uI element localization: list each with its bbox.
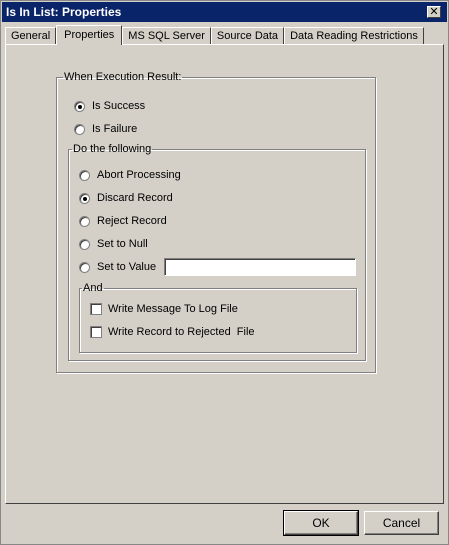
radio-is-failure-label: Is Failure <box>92 123 138 135</box>
check-write-record-rejected-box[interactable] <box>90 326 102 338</box>
check-write-message-log-box[interactable] <box>90 303 102 315</box>
window-title: Is In List: Properties <box>6 5 122 19</box>
and-group: And <box>79 282 357 353</box>
set-value-input[interactable] <box>164 258 356 276</box>
tab-source-data[interactable]: Source Data <box>210 27 285 44</box>
radio-is-success-label: Is Success <box>92 100 146 112</box>
ok-button[interactable]: OK <box>283 510 359 536</box>
properties-dialog: Is In List: Properties ✕ General Propert… <box>0 0 449 545</box>
radio-is-success-indicator[interactable] <box>74 100 85 112</box>
radio-reject-record-indicator[interactable] <box>79 215 90 227</box>
radio-discard-record-label: Discard Record <box>97 192 173 204</box>
title-bar[interactable]: Is In List: Properties ✕ <box>2 2 447 22</box>
radio-reject-record[interactable]: Reject Record <box>79 215 167 227</box>
radio-set-to-value-indicator[interactable] <box>79 261 90 273</box>
radio-discard-record-indicator[interactable] <box>79 192 90 204</box>
radio-abort-processing-indicator[interactable] <box>79 169 90 181</box>
properties-panel: When Execution Result: Is Success Is Fai… <box>5 44 444 504</box>
and-legend: And <box>83 282 103 294</box>
tab-data-reading-restrictions[interactable]: Data Reading Restrictions <box>284 27 424 44</box>
cancel-button[interactable]: Cancel <box>364 511 439 535</box>
radio-set-to-null-label: Set to Null <box>97 238 148 250</box>
radio-abort-processing[interactable]: Abort Processing <box>79 169 181 181</box>
radio-is-failure[interactable]: Is Failure <box>74 123 137 135</box>
check-write-record-rejected-label: Write Record to Rejected File <box>108 326 255 338</box>
check-write-record-rejected[interactable]: Write Record to Rejected File <box>90 326 255 338</box>
close-icon: ✕ <box>429 6 439 18</box>
tab-general[interactable]: General <box>5 27 57 44</box>
check-write-message-log-label: Write Message To Log File <box>108 303 238 315</box>
radio-set-to-null-indicator[interactable] <box>79 238 90 250</box>
radio-is-failure-indicator[interactable] <box>74 123 85 135</box>
execution-result-legend: When Execution Result: <box>64 71 182 83</box>
radio-set-to-null[interactable]: Set to Null <box>79 238 148 250</box>
tab-properties[interactable]: Properties <box>56 25 123 45</box>
radio-set-to-value[interactable]: Set to Value <box>79 261 156 273</box>
radio-abort-processing-label: Abort Processing <box>97 169 181 181</box>
check-write-message-log[interactable]: Write Message To Log File <box>90 303 238 315</box>
radio-set-to-value-label: Set to Value <box>97 261 157 273</box>
radio-discard-record[interactable]: Discard Record <box>79 192 173 204</box>
tab-ms-sql-server[interactable]: MS SQL Server <box>122 27 211 44</box>
radio-is-success[interactable]: Is Success <box>74 100 145 112</box>
close-button[interactable]: ✕ <box>427 6 441 18</box>
tab-strip: General Properties MS SQL Server Source … <box>5 25 424 45</box>
radio-reject-record-label: Reject Record <box>97 215 167 227</box>
do-following-legend: Do the following <box>73 143 152 155</box>
